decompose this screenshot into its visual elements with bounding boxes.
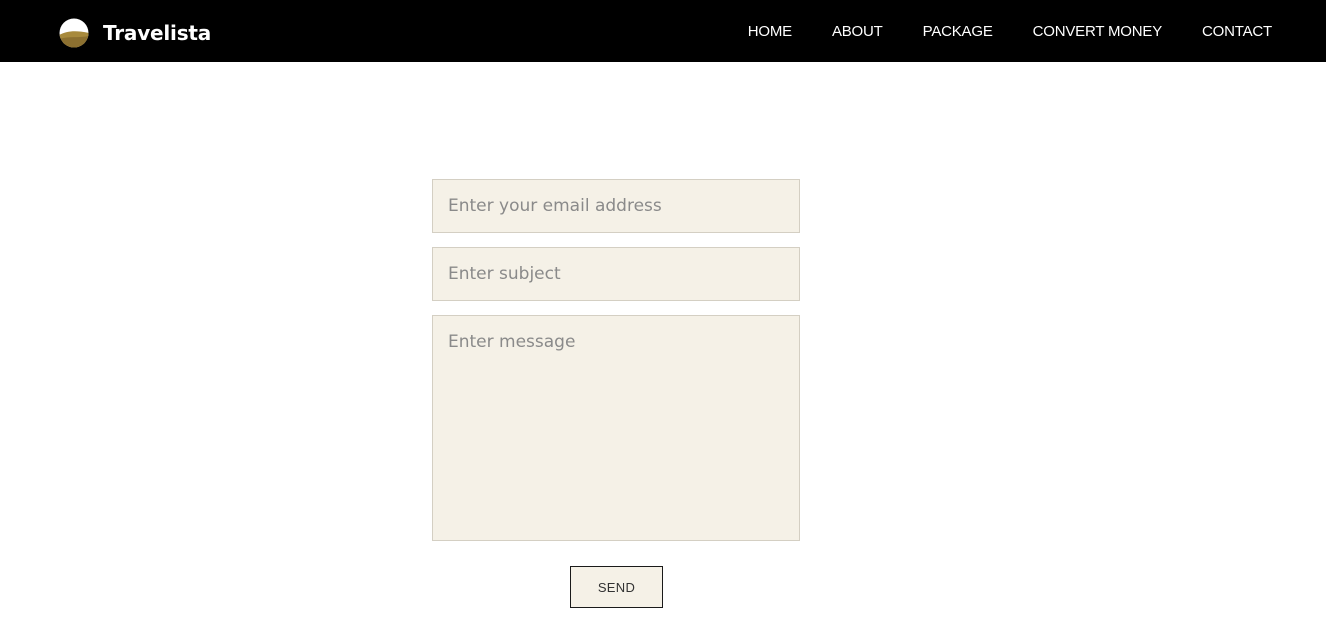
- contact-form: [432, 179, 800, 555]
- message-field[interactable]: [432, 315, 800, 541]
- top-navbar: Travelista HOME ABOUT PACKAGE CONVERT MO…: [0, 0, 1326, 62]
- brand[interactable]: Travelista: [59, 18, 211, 48]
- nav-package[interactable]: PACKAGE: [923, 23, 993, 40]
- main-nav: HOME ABOUT PACKAGE CONVERT MONEY CONTACT: [748, 0, 1272, 62]
- email-field[interactable]: [432, 179, 800, 233]
- nav-home[interactable]: HOME: [748, 23, 792, 40]
- brand-name: Travelista: [103, 21, 212, 45]
- nav-convert-money[interactable]: CONVERT MONEY: [1033, 23, 1163, 40]
- sunset-dunes-icon: [59, 18, 89, 48]
- subject-field[interactable]: [432, 247, 800, 301]
- nav-about[interactable]: ABOUT: [832, 23, 883, 40]
- send-button[interactable]: SEND: [570, 566, 663, 608]
- nav-contact[interactable]: CONTACT: [1202, 23, 1272, 40]
